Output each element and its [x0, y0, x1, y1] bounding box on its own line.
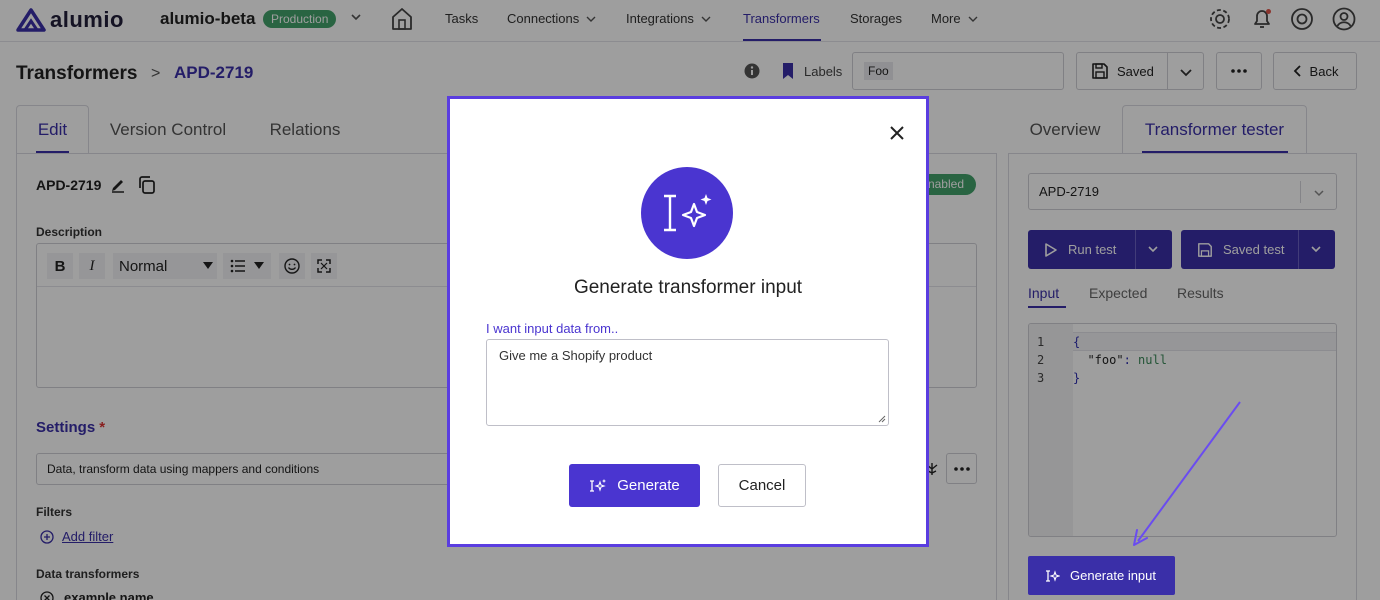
generate-button[interactable]: Generate: [569, 464, 700, 507]
generate-label: Generate: [617, 477, 680, 494]
prompt-textarea[interactable]: Give me a Shopify product: [486, 339, 889, 426]
ai-sparkle-icon: [590, 478, 607, 492]
modal-title: Generate transformer input: [573, 277, 803, 298]
generate-input-modal: Generate transformer input I want input …: [447, 96, 929, 547]
close-icon[interactable]: [887, 123, 907, 143]
prompt-label: I want input data from..: [486, 321, 619, 336]
generate-input-button[interactable]: Generate input: [1028, 556, 1175, 595]
modal-hero-icon: [641, 167, 733, 259]
generate-input-label: Generate input: [1070, 568, 1157, 583]
ai-sparkle-icon: [1046, 569, 1060, 582]
cancel-button[interactable]: Cancel: [718, 464, 806, 507]
resize-handle-icon[interactable]: [878, 415, 886, 423]
arrow-annotation-icon: [1133, 401, 1241, 546]
ai-sparkle-icon: [664, 194, 712, 232]
